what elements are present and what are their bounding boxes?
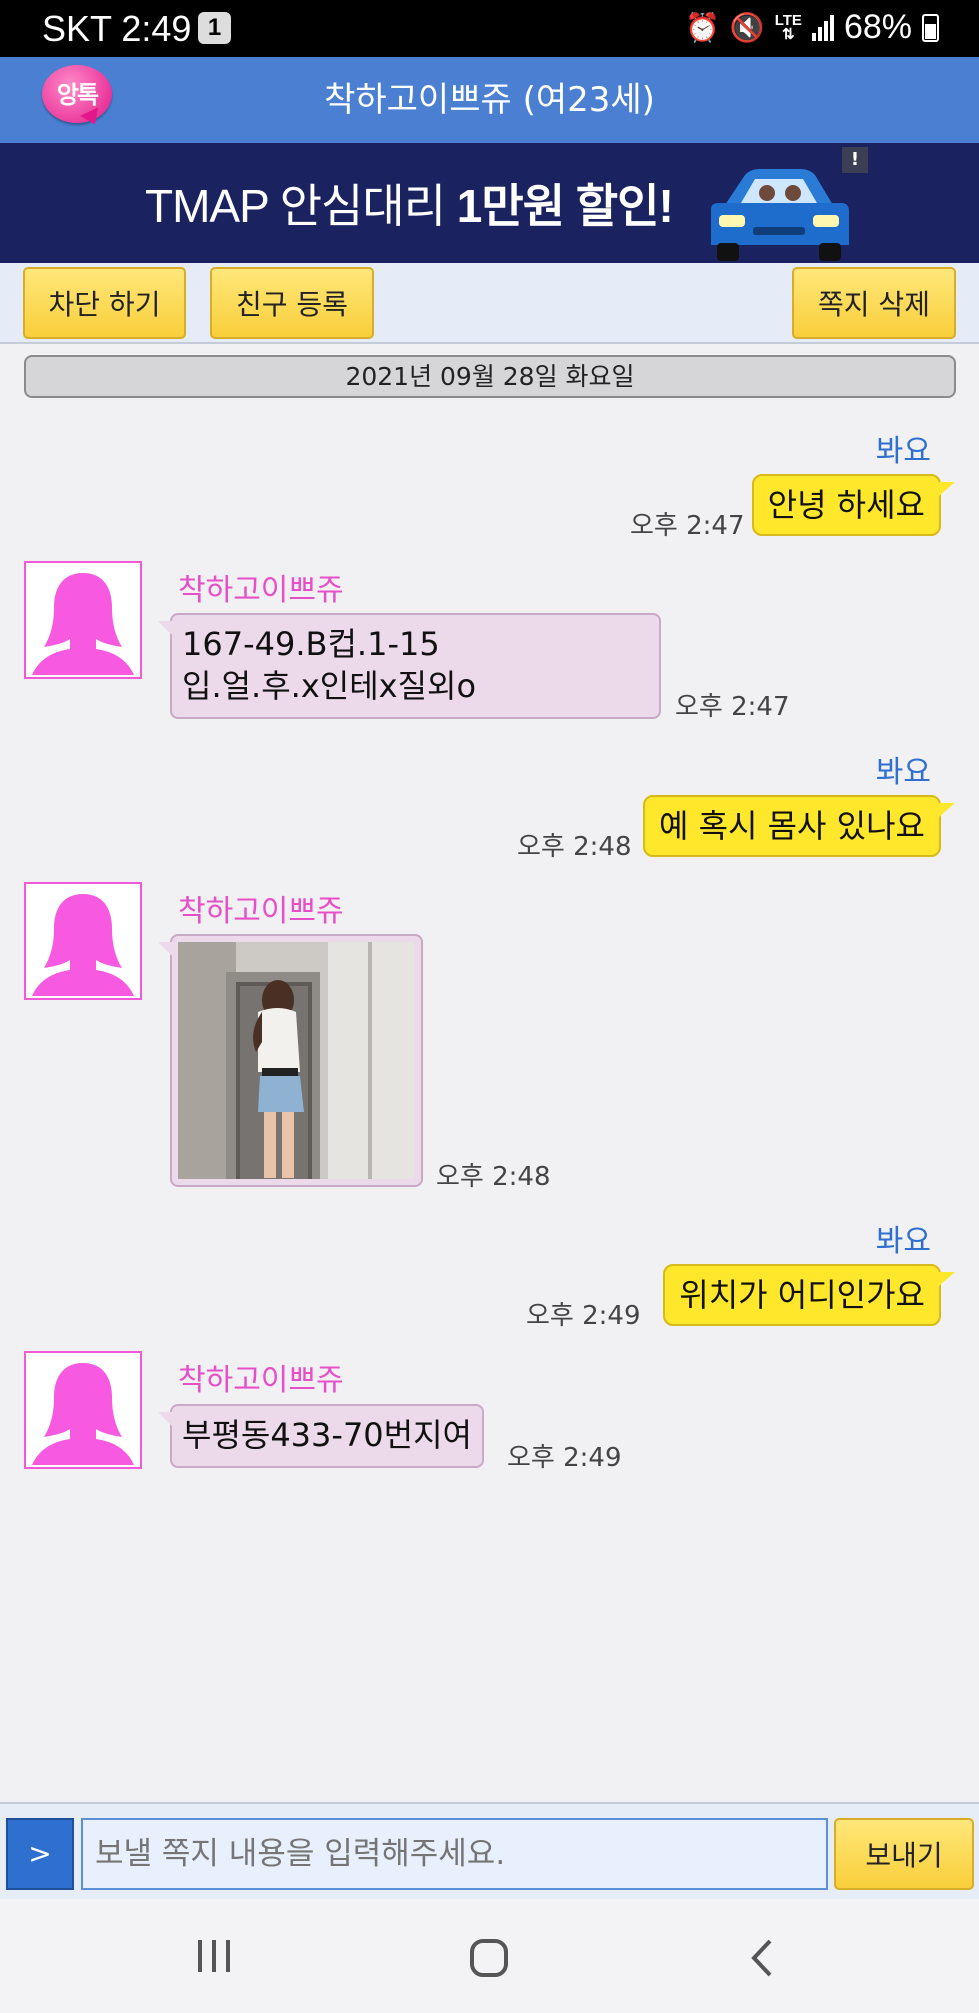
alarm-icon: ⏰ [684,12,720,43]
my-message-bubble[interactable]: 안녕 하세요 [751,474,956,536]
delete-note-button[interactable]: 쪽지 삭제 [792,267,956,339]
notification-count-badge: 1 [198,12,231,44]
network-icon: LTE ⇅ [774,11,802,43]
status-bar: SKT 2:49 1 ⏰ 🔇 LTE ⇅ 68% [0,0,979,57]
other-sender-name: 착하고이쁘쥬 [178,1363,344,1398]
send-button[interactable]: 보내기 [834,1818,974,1890]
back-icon[interactable] [748,1937,778,1979]
block-button[interactable]: 차단 하기 [23,267,186,339]
message-line: 입.얼.후.x인테x질외o [182,667,477,705]
ad-text: TMAP 안심대리 1만원 할인! [145,180,674,232]
other-message-bubble[interactable]: 167-49.B컵.1-15 입.얼.후.x인테x질외o [158,613,661,719]
message-time: 오후 2:49 [526,1301,641,1331]
signal-icon [811,14,834,41]
avatar[interactable] [24,561,142,679]
home-icon[interactable] [468,1937,510,1979]
message-photo[interactable] [178,942,414,1179]
message-input[interactable] [81,1818,828,1890]
action-bar: 차단 하기 친구 등록 쪽지 삭제 [0,263,979,344]
ad-banner[interactable]: TMAP 안심대리 1만원 할인! ! [0,143,979,263]
avatar[interactable] [24,1351,142,1469]
mute-icon: 🔇 [729,12,765,43]
system-nav-bar [0,1899,979,2013]
my-message-bubble[interactable]: 위치가 어디인가요 [663,1264,955,1326]
ad-info-badge[interactable]: ! [842,147,868,173]
my-message-bubble[interactable]: 예 혹시 몸사 있나요 [642,795,956,857]
expand-toggle-button[interactable]: > [6,1818,74,1890]
other-sender-name: 착하고이쁘쥬 [178,894,344,929]
avatar[interactable] [24,882,142,1000]
female-avatar-icon [32,1363,134,1465]
car-icon [711,169,849,261]
add-friend-button[interactable]: 친구 등록 [210,267,374,339]
female-avatar-icon [32,894,134,996]
battery-icon [922,13,939,42]
other-sender-name: 착하고이쁘쥬 [178,573,344,608]
my-sender-name: 봐요 [875,1224,931,1259]
date-divider: 2021년 09월 28일 화요일 [24,355,956,398]
composer-bar: > 보내기 [0,1802,979,1899]
message-time: 오후 2:48 [517,832,632,862]
battery-percent: 68% [843,8,912,46]
message-time: 오후 2:48 [436,1162,551,1192]
app-header: 앙톡 착하고이쁘쥬 (여23세) [0,57,979,143]
my-sender-name: 봐요 [875,434,931,469]
message-time: 오후 2:47 [630,511,745,541]
my-sender-name: 봐요 [875,755,931,790]
message-time: 오후 2:47 [675,692,790,722]
female-avatar-icon [32,573,134,675]
chat-title: 착하고이쁘쥬 (여23세) [324,80,655,120]
recent-apps-icon[interactable] [196,1938,232,1974]
photo-image [178,942,414,1179]
message-line: 167-49.B컵.1-15 [182,625,440,663]
message-time: 오후 2:49 [507,1443,622,1473]
other-message-bubble[interactable]: 부평동433-70번지여 [158,1404,484,1468]
carrier-time: SKT 2:49 [42,8,192,49]
